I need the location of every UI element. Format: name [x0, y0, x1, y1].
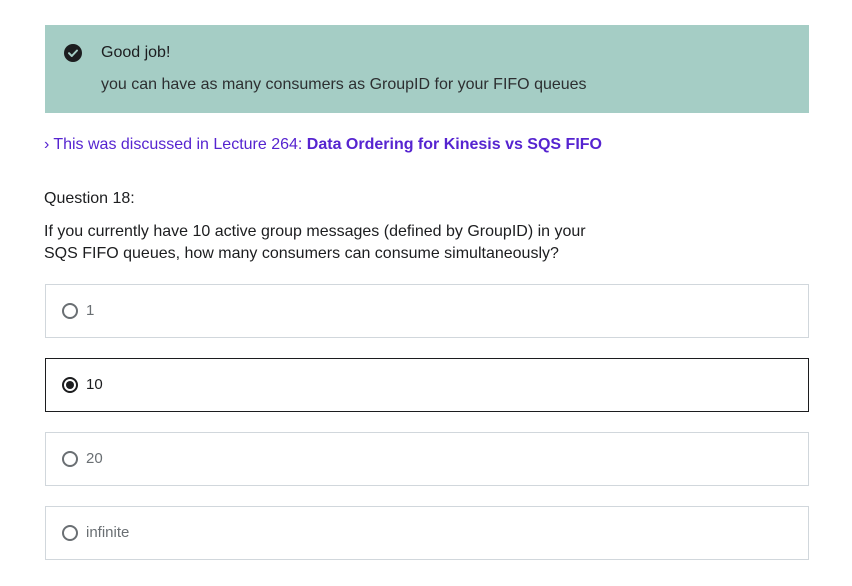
chevron-right-icon: ›	[44, 136, 50, 153]
answer-label: infinite	[86, 524, 130, 541]
answer-label: 1	[86, 302, 95, 319]
answer-option-2[interactable]: 10	[45, 358, 809, 412]
feedback-banner: Good job! you can have as many consumers…	[45, 25, 809, 113]
lecture-prefix: This was discussed in Lecture 264:	[53, 136, 307, 153]
radio-button[interactable]	[62, 303, 78, 319]
check-circle-icon	[64, 44, 82, 62]
radio-button-selected[interactable]	[62, 377, 78, 393]
answer-option-4[interactable]: infinite	[45, 506, 809, 560]
feedback-message: you can have as many consumers as GroupI…	[101, 76, 587, 93]
radio-button[interactable]	[62, 451, 78, 467]
answer-label: 10	[86, 376, 103, 393]
question-number: Question 18:	[44, 190, 135, 207]
answer-option-3[interactable]: 20	[45, 432, 809, 486]
answer-label: 20	[86, 450, 103, 467]
answer-option-1[interactable]: 1	[45, 284, 809, 338]
radio-button[interactable]	[62, 525, 78, 541]
feedback-title: Good job!	[101, 44, 171, 61]
lecture-title[interactable]: Data Ordering for Kinesis vs SQS FIFO	[307, 136, 602, 153]
question-text: If you currently have 10 active group me…	[44, 223, 586, 262]
lecture-reference-link[interactable]: › This was discussed in Lecture 264: Data…	[44, 135, 602, 155]
